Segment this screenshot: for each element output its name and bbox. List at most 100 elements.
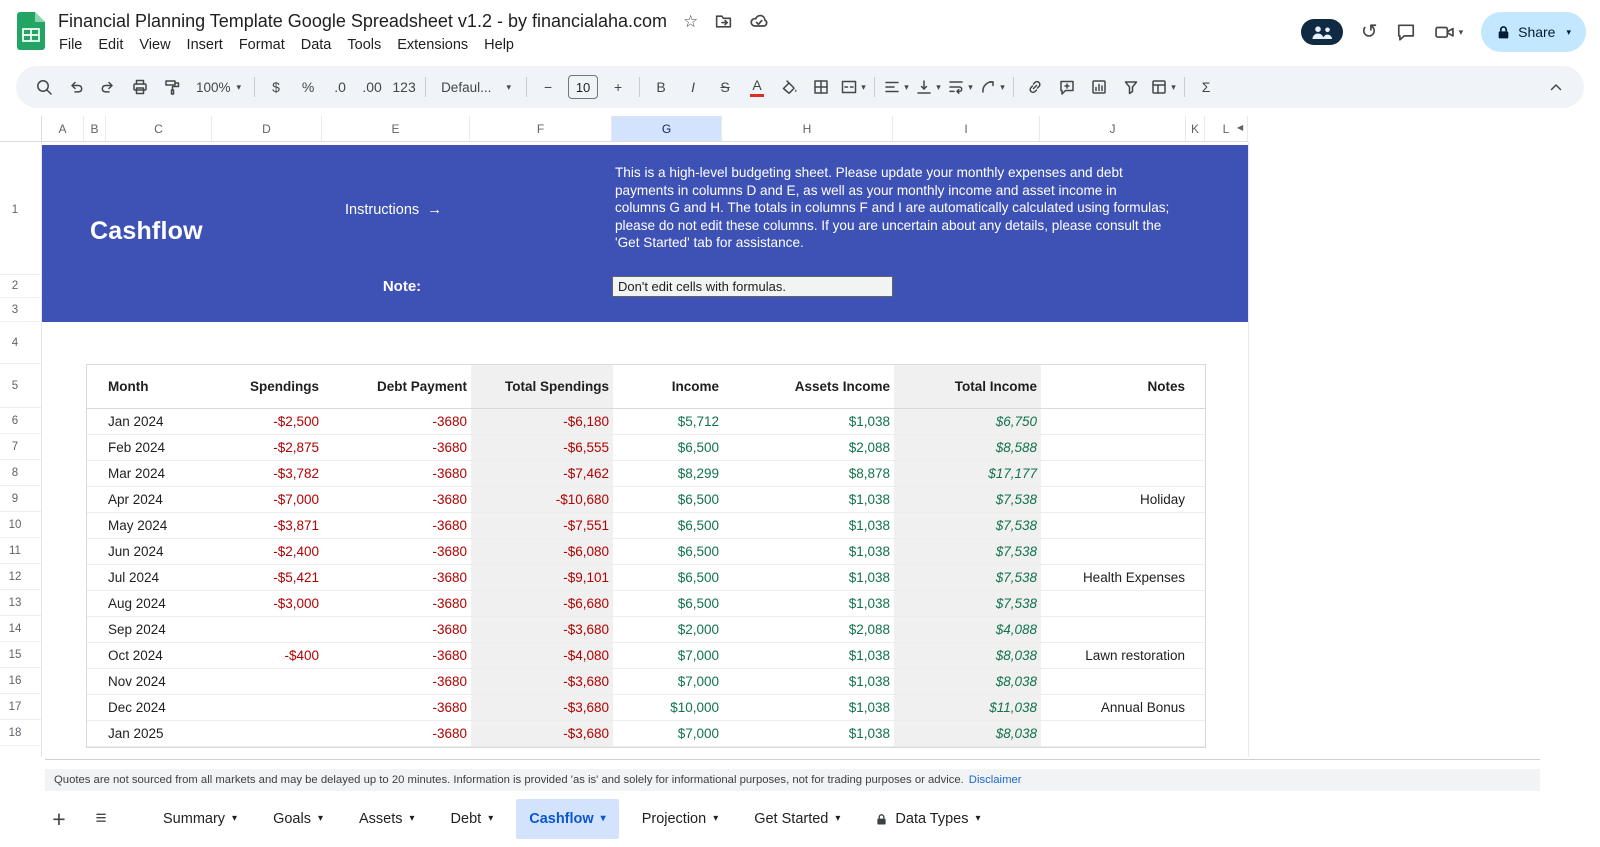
insert-link-button[interactable] xyxy=(1020,72,1050,102)
column-header-e[interactable]: E xyxy=(322,116,470,142)
row-header-12[interactable]: 12 xyxy=(0,564,41,590)
cell-tspend[interactable]: -$3,680 xyxy=(471,721,613,746)
cell-spend[interactable]: -$7,000 xyxy=(213,487,323,512)
cell-debt[interactable]: -3680 xyxy=(323,513,471,538)
cell-income[interactable]: $8,299 xyxy=(613,461,723,486)
vertical-align-button[interactable]: ▾ xyxy=(913,72,943,102)
functions-button[interactable]: Σ xyxy=(1191,72,1221,102)
italic-button[interactable]: I xyxy=(678,72,708,102)
row-header-14[interactable]: 14 xyxy=(0,616,41,642)
cell-debt[interactable]: -3680 xyxy=(323,565,471,590)
borders-button[interactable] xyxy=(806,72,836,102)
menu-view[interactable]: View xyxy=(131,34,178,56)
cell-spend[interactable]: -$3,782 xyxy=(213,461,323,486)
strikethrough-button[interactable]: S xyxy=(710,72,740,102)
cell-assets[interactable]: $1,038 xyxy=(723,487,894,512)
add-sheet-button[interactable]: + xyxy=(44,804,74,834)
cell-income[interactable]: $7,000 xyxy=(613,669,723,694)
cell-notes[interactable]: Holiday xyxy=(1041,487,1205,512)
cell-debt[interactable]: -3680 xyxy=(323,643,471,668)
format-percent-button[interactable]: % xyxy=(293,72,323,102)
sheet-tab-projection[interactable]: Projection▾ xyxy=(629,799,732,839)
text-color-button[interactable]: A xyxy=(742,72,772,102)
cell-income[interactable]: $10,000 xyxy=(613,695,723,720)
cell-month[interactable]: Apr 2024 xyxy=(87,487,213,512)
cell-month[interactable]: Jun 2024 xyxy=(87,539,213,564)
cell-tinc[interactable]: $7,538 xyxy=(894,591,1041,616)
cell-income[interactable]: $6,500 xyxy=(613,565,723,590)
row-header-1[interactable]: 1 xyxy=(0,145,41,275)
cell-tinc[interactable]: $7,538 xyxy=(894,487,1041,512)
cell-income[interactable]: $7,000 xyxy=(613,643,723,668)
sheet-tab-data-types[interactable]: Data Types▾ xyxy=(863,799,993,839)
cell-debt[interactable]: -3680 xyxy=(323,591,471,616)
cell-notes[interactable] xyxy=(1041,513,1205,538)
cell-debt[interactable]: -3680 xyxy=(323,669,471,694)
collaborators-chip[interactable] xyxy=(1301,19,1343,45)
row-header-5[interactable]: 5 xyxy=(0,364,41,408)
cell-debt[interactable]: -3680 xyxy=(323,487,471,512)
version-history-icon[interactable]: ↺ xyxy=(1361,22,1378,42)
cell-assets[interactable]: $2,088 xyxy=(723,435,894,460)
cell-month[interactable]: Oct 2024 xyxy=(87,643,213,668)
cell-assets[interactable]: $1,038 xyxy=(723,409,894,434)
sheet-tab-get-started[interactable]: Get Started▾ xyxy=(741,799,853,839)
cell-income[interactable]: $6,500 xyxy=(613,539,723,564)
cell-tinc[interactable]: $6,750 xyxy=(894,409,1041,434)
cell-assets[interactable]: $1,038 xyxy=(723,513,894,538)
decrease-decimal-button[interactable]: .0 xyxy=(325,72,355,102)
cell-month[interactable]: Sep 2024 xyxy=(87,617,213,642)
cell-tinc[interactable]: $4,088 xyxy=(894,617,1041,642)
row-header-13[interactable]: 13 xyxy=(0,590,41,616)
cell-tspend[interactable]: -$6,080 xyxy=(471,539,613,564)
share-button[interactable]: Share ▾ xyxy=(1481,12,1586,52)
insert-chart-button[interactable] xyxy=(1084,72,1114,102)
note-cell[interactable]: Don't edit cells with formulas. xyxy=(612,276,893,297)
cell-notes[interactable] xyxy=(1041,617,1205,642)
row-header-2[interactable]: 2 xyxy=(0,275,41,298)
column-header-b[interactable]: B xyxy=(84,116,106,142)
sheet-tab-cashflow[interactable]: Cashflow▾ xyxy=(516,799,618,839)
undo-button[interactable] xyxy=(61,72,91,102)
cell-notes[interactable]: Lawn restoration xyxy=(1041,643,1205,668)
cell-tinc[interactable]: $11,038 xyxy=(894,695,1041,720)
cell-month[interactable]: Feb 2024 xyxy=(87,435,213,460)
cell-income[interactable]: $6,500 xyxy=(613,487,723,512)
cell-assets[interactable]: $1,038 xyxy=(723,591,894,616)
column-header-f[interactable]: F xyxy=(470,116,612,142)
cell-spend[interactable]: -$2,400 xyxy=(213,539,323,564)
cell-notes[interactable] xyxy=(1041,591,1205,616)
cell-notes[interactable]: Annual Bonus xyxy=(1041,695,1205,720)
cell-tspend[interactable]: -$3,680 xyxy=(471,617,613,642)
cell-notes[interactable] xyxy=(1041,669,1205,694)
cell-notes[interactable] xyxy=(1041,435,1205,460)
row-header-17[interactable]: 17 xyxy=(0,694,41,720)
cell-tinc[interactable]: $8,038 xyxy=(894,669,1041,694)
cell-tspend[interactable]: -$3,680 xyxy=(471,695,613,720)
cell-tspend[interactable]: -$4,080 xyxy=(471,643,613,668)
cell-assets[interactable]: $1,038 xyxy=(723,721,894,746)
row-header-3[interactable]: 3 xyxy=(0,298,41,322)
cell-debt[interactable]: -3680 xyxy=(323,461,471,486)
bold-button[interactable]: B xyxy=(646,72,676,102)
zoom-select[interactable]: 100% ▾ xyxy=(189,72,248,102)
text-wrap-button[interactable]: ▾ xyxy=(945,72,975,102)
menu-insert[interactable]: Insert xyxy=(179,34,231,56)
cell-assets[interactable]: $1,038 xyxy=(723,643,894,668)
column-header-a[interactable]: A xyxy=(42,116,84,142)
merge-cells-button[interactable]: ▾ xyxy=(838,72,868,102)
sheet-canvas[interactable]: 123456789101112131415161718 Cashflow Ins… xyxy=(0,142,1600,757)
all-sheets-button[interactable]: ≡ xyxy=(86,804,116,834)
sheet-tab-summary[interactable]: Summary▾ xyxy=(150,799,250,839)
sheet-tab-debt[interactable]: Debt▾ xyxy=(438,799,507,839)
cell-assets[interactable]: $1,038 xyxy=(723,669,894,694)
cell-tspend[interactable]: -$7,551 xyxy=(471,513,613,538)
cell-spend[interactable] xyxy=(213,617,323,642)
cell-tinc[interactable]: $8,588 xyxy=(894,435,1041,460)
insert-comment-button[interactable] xyxy=(1052,72,1082,102)
disclaimer-link[interactable]: Disclaimer xyxy=(969,774,1022,786)
cell-month[interactable]: Jan 2025 xyxy=(87,721,213,746)
star-icon[interactable]: ☆ xyxy=(683,13,698,30)
row-header-7[interactable]: 7 xyxy=(0,434,41,460)
cloud-status-icon[interactable] xyxy=(749,11,769,31)
